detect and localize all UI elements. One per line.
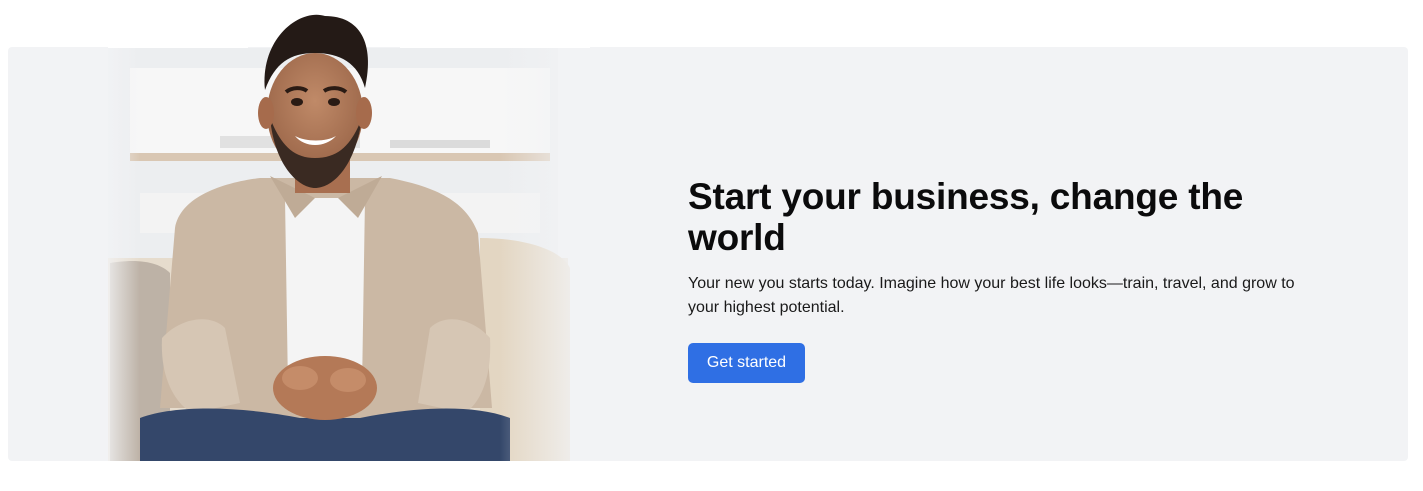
hero-copy: Start your business, change the world Yo… <box>688 176 1338 320</box>
hero-subtitle: Your new you starts today. Imagine how y… <box>688 275 1295 316</box>
hero-photo <box>100 8 590 461</box>
hero-title: Start your business, change the world <box>688 176 1244 258</box>
get-started-button[interactable]: Get started <box>688 343 805 383</box>
